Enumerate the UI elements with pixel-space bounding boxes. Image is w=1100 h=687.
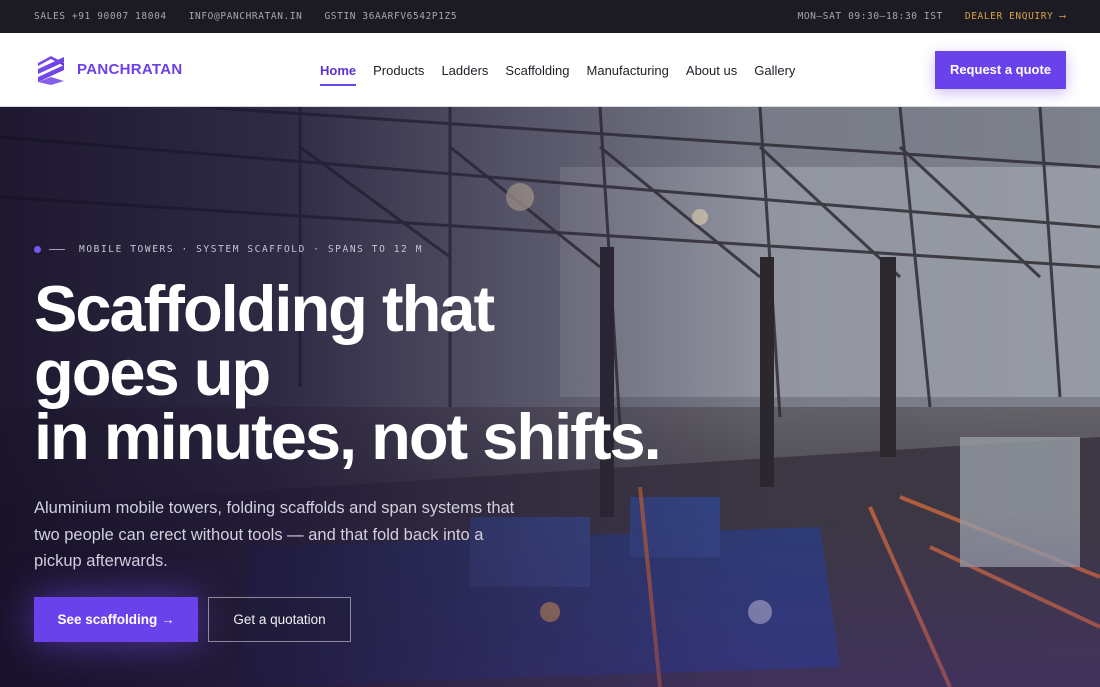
headline-line-1: Scaffolding that <box>34 272 495 345</box>
panchratan-logo-icon <box>38 55 64 85</box>
hero-eyebrow: MOBILE TOWERS · SYSTEM SCAFFOLD · SPANS … <box>34 244 423 255</box>
topbar-right: MON–SAT 09:30–18:30 IST DEALER ENQUIRY ⟶ <box>798 11 1066 22</box>
business-hours: MON–SAT 09:30–18:30 IST <box>797 11 943 22</box>
brand-logo[interactable]: PANCHRATAN <box>34 53 183 87</box>
contact-email[interactable]: INFO@PANCHRATAN.IN <box>189 11 303 22</box>
dealer-enquiry-link[interactable]: DEALER ENQUIRY ⟶ <box>965 11 1066 22</box>
site-header: PANCHRATAN Home Products Ladders Scaffol… <box>0 33 1100 107</box>
top-info-bar: SALES +91 90007 18004 INFO@PANCHRATAN.IN… <box>0 0 1100 33</box>
eyebrow-dot-icon <box>34 246 41 253</box>
headline-line-2: goes up <box>34 336 271 409</box>
main-nav: Home Products Ladders Scaffolding Manufa… <box>320 33 795 107</box>
gstin-number: GSTIN 36AARFV6542P1Z5 <box>324 11 458 22</box>
nav-scaffolding[interactable]: Scaffolding <box>505 59 569 82</box>
hero-subcopy: Aluminium mobile towers, folding scaffol… <box>34 499 515 570</box>
get-quotation-button[interactable]: Get a quotation <box>208 597 351 642</box>
headline-line-3: in minutes, not shifts. <box>34 400 662 473</box>
nav-home[interactable]: Home <box>320 59 357 86</box>
nav-ladders[interactable]: Ladders <box>441 59 488 82</box>
nav-gallery[interactable]: Gallery <box>754 59 795 82</box>
nav-manufacturing[interactable]: Manufacturing <box>587 59 669 82</box>
eyebrow-text: MOBILE TOWERS · SYSTEM SCAFFOLD · SPANS … <box>79 244 424 255</box>
brand-name: PANCHRATAN <box>77 61 183 78</box>
nav-products[interactable]: Products <box>373 59 424 82</box>
eyebrow-dash <box>49 249 65 250</box>
nav-about-us[interactable]: About us <box>686 59 737 82</box>
sales-phone[interactable]: SALES +91 90007 18004 <box>34 11 167 22</box>
contact-info: SALES +91 90007 18004 INFO@PANCHRATAN.IN… <box>34 11 457 22</box>
request-quote-button[interactable]: Request a quote <box>935 50 1066 89</box>
see-scaffolding-button[interactable]: See scaffolding → <box>34 597 198 642</box>
hero-headline: Scaffolding that goes up in minutes, not… <box>34 272 694 473</box>
hero-section: MOBILE TOWERS · SYSTEM SCAFFOLD · SPANS … <box>0 107 1100 687</box>
